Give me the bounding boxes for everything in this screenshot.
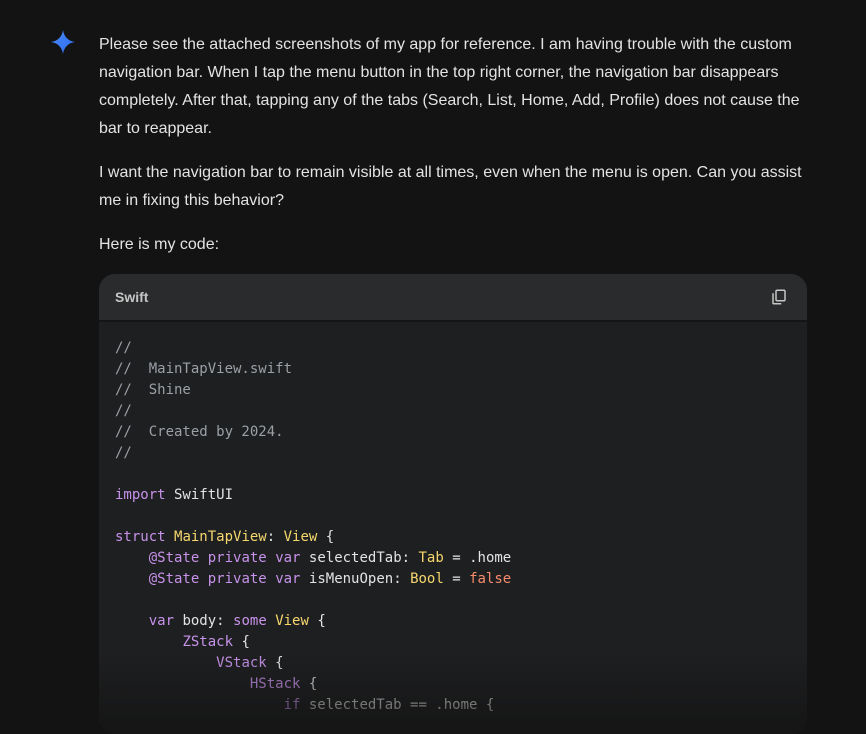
- message-paragraph: I want the navigation bar to remain visi…: [99, 164, 802, 209]
- code-line: if selectedTab == .home {: [283, 697, 495, 713]
- code-line: // Shine: [115, 382, 191, 398]
- code-line: //: [115, 403, 132, 419]
- code-line: //: [115, 340, 132, 356]
- code-line: //: [115, 445, 132, 461]
- assistant-message: Please see the attached screenshots of m…: [99, 31, 809, 275]
- code-line: @State private var selectedTab: Tab = .h…: [148, 550, 512, 566]
- copy-code-button[interactable]: [767, 285, 791, 309]
- message-paragraph: Here is my code:: [99, 236, 220, 253]
- code-content: // // MainTapView.swift // Shine // // C…: [99, 322, 807, 716]
- code-line: @State private var isMenuOpen: Bool = fa…: [148, 571, 512, 587]
- copy-icon: [772, 289, 786, 305]
- code-block-header: Swift: [99, 274, 807, 322]
- code-line: // Created by 2024.: [115, 424, 284, 440]
- code-line: import SwiftUI: [115, 487, 234, 503]
- code-block: Swift // // MainTapView.swift // Shine /…: [99, 274, 807, 734]
- code-line: HStack {: [249, 676, 318, 692]
- message-paragraph: Please see the attached screenshots of m…: [99, 36, 800, 137]
- gemini-sparkle-icon: [51, 30, 75, 54]
- code-line: VStack {: [216, 655, 284, 671]
- code-line: // MainTapView.swift: [115, 361, 293, 377]
- code-line: struct MainTapView: View {: [115, 529, 335, 545]
- code-line: ZStack {: [182, 634, 250, 650]
- code-language-label: Swift: [115, 289, 149, 305]
- code-line: var body: some View {: [148, 613, 326, 629]
